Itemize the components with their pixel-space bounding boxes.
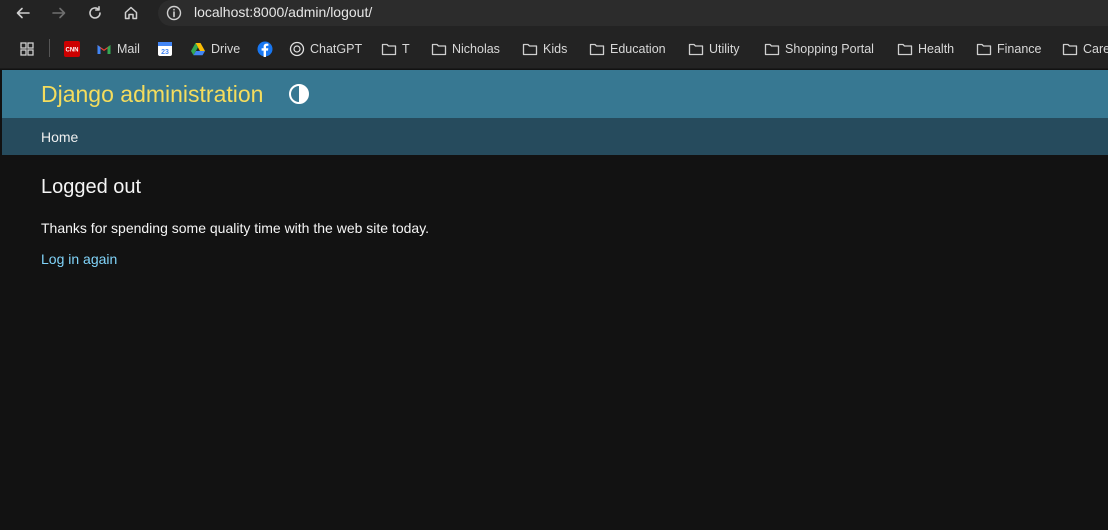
reload-icon — [89, 6, 101, 19]
bookmark-folder-care[interactable]: Care — [1062, 40, 1108, 58]
arrow-left-icon — [16, 7, 30, 19]
bookmark-cnn[interactable]: CNN — [64, 40, 85, 58]
logout-message: Thanks for spending some quality time wi… — [41, 220, 430, 236]
apps-button[interactable] — [19, 40, 40, 58]
bookmark-folder-education[interactable]: Education — [589, 40, 666, 58]
folder-icon — [976, 41, 992, 57]
folder-icon — [431, 41, 447, 57]
bookmark-drive[interactable]: Drive — [190, 40, 240, 58]
folder-icon — [897, 41, 913, 57]
home-icon — [124, 6, 138, 20]
bookmark-folder-shopping-portal[interactable]: Shopping Portal — [764, 40, 874, 58]
log-in-again-link[interactable]: Log in again — [41, 251, 117, 267]
browser-toolbar: localhost:8000/admin/logout/ — [0, 0, 1108, 28]
cnn-icon: CNN — [64, 41, 80, 57]
info-icon[interactable] — [166, 5, 182, 21]
bookmark-label: Care — [1083, 42, 1108, 56]
bookmark-folder-t[interactable]: T — [381, 40, 410, 58]
bookmark-label: Drive — [211, 42, 241, 56]
site-title[interactable]: Django administration — [41, 81, 263, 108]
back-button[interactable] — [11, 2, 35, 24]
svg-text:23: 23 — [161, 49, 169, 56]
bookmark-label: Mail — [117, 42, 140, 56]
breadcrumb: Home — [2, 118, 1108, 155]
folder-icon — [589, 41, 605, 57]
folder-icon — [522, 41, 538, 57]
bookmarks-separator — [49, 39, 50, 57]
url-text[interactable]: localhost:8000/admin/logout/ — [194, 4, 372, 20]
drive-icon — [190, 41, 206, 57]
facebook-icon — [257, 41, 273, 57]
forward-button[interactable] — [47, 2, 71, 24]
bookmark-folder-finance[interactable]: Finance — [976, 40, 1041, 58]
bookmark-label: Kids — [543, 42, 568, 56]
reload-button[interactable] — [83, 2, 107, 24]
bookmark-label: Utility — [709, 42, 740, 56]
bookmark-label: Health — [918, 42, 955, 56]
bookmark-label: Education — [610, 42, 666, 56]
folder-icon — [764, 41, 780, 57]
folder-icon — [381, 41, 397, 57]
apps-grid-icon — [19, 41, 35, 57]
page-title: Logged out — [41, 176, 142, 198]
calendar-icon: 23 — [157, 41, 173, 57]
chatgpt-icon — [289, 41, 305, 57]
bookmark-folder-utility[interactable]: Utility — [688, 40, 740, 58]
svg-text:CNN: CNN — [66, 48, 79, 54]
bookmark-mail[interactable]: Mail — [96, 40, 140, 58]
bookmark-calendar[interactable]: 23 — [157, 40, 178, 58]
bookmark-folder-nicholas[interactable]: Nicholas — [431, 40, 500, 58]
arrow-right-icon — [52, 7, 66, 19]
folder-icon — [1062, 41, 1078, 57]
home-button[interactable] — [119, 2, 143, 24]
main-content: Logged out Thanks for spending some qual… — [0, 155, 1108, 530]
address-bar[interactable]: localhost:8000/admin/logout/ — [158, 0, 1108, 26]
bookmark-label: Shopping Portal — [785, 42, 874, 56]
bookmark-folder-kids[interactable]: Kids — [522, 40, 567, 58]
bookmark-label: ChatGPT — [310, 42, 363, 56]
bookmark-label: T — [402, 42, 410, 56]
gmail-icon — [96, 41, 112, 57]
site-header: Django administration — [2, 70, 1108, 118]
theme-toggle-icon[interactable] — [288, 83, 310, 105]
bookmark-label: Finance — [997, 42, 1042, 56]
bookmark-chatgpt[interactable]: ChatGPT — [289, 40, 362, 58]
folder-icon — [688, 41, 704, 57]
bookmark-folder-health[interactable]: Health — [897, 40, 954, 58]
bookmark-facebook[interactable] — [257, 40, 278, 58]
bookmark-label: Nicholas — [452, 42, 500, 56]
breadcrumb-home-link[interactable]: Home — [41, 129, 78, 145]
